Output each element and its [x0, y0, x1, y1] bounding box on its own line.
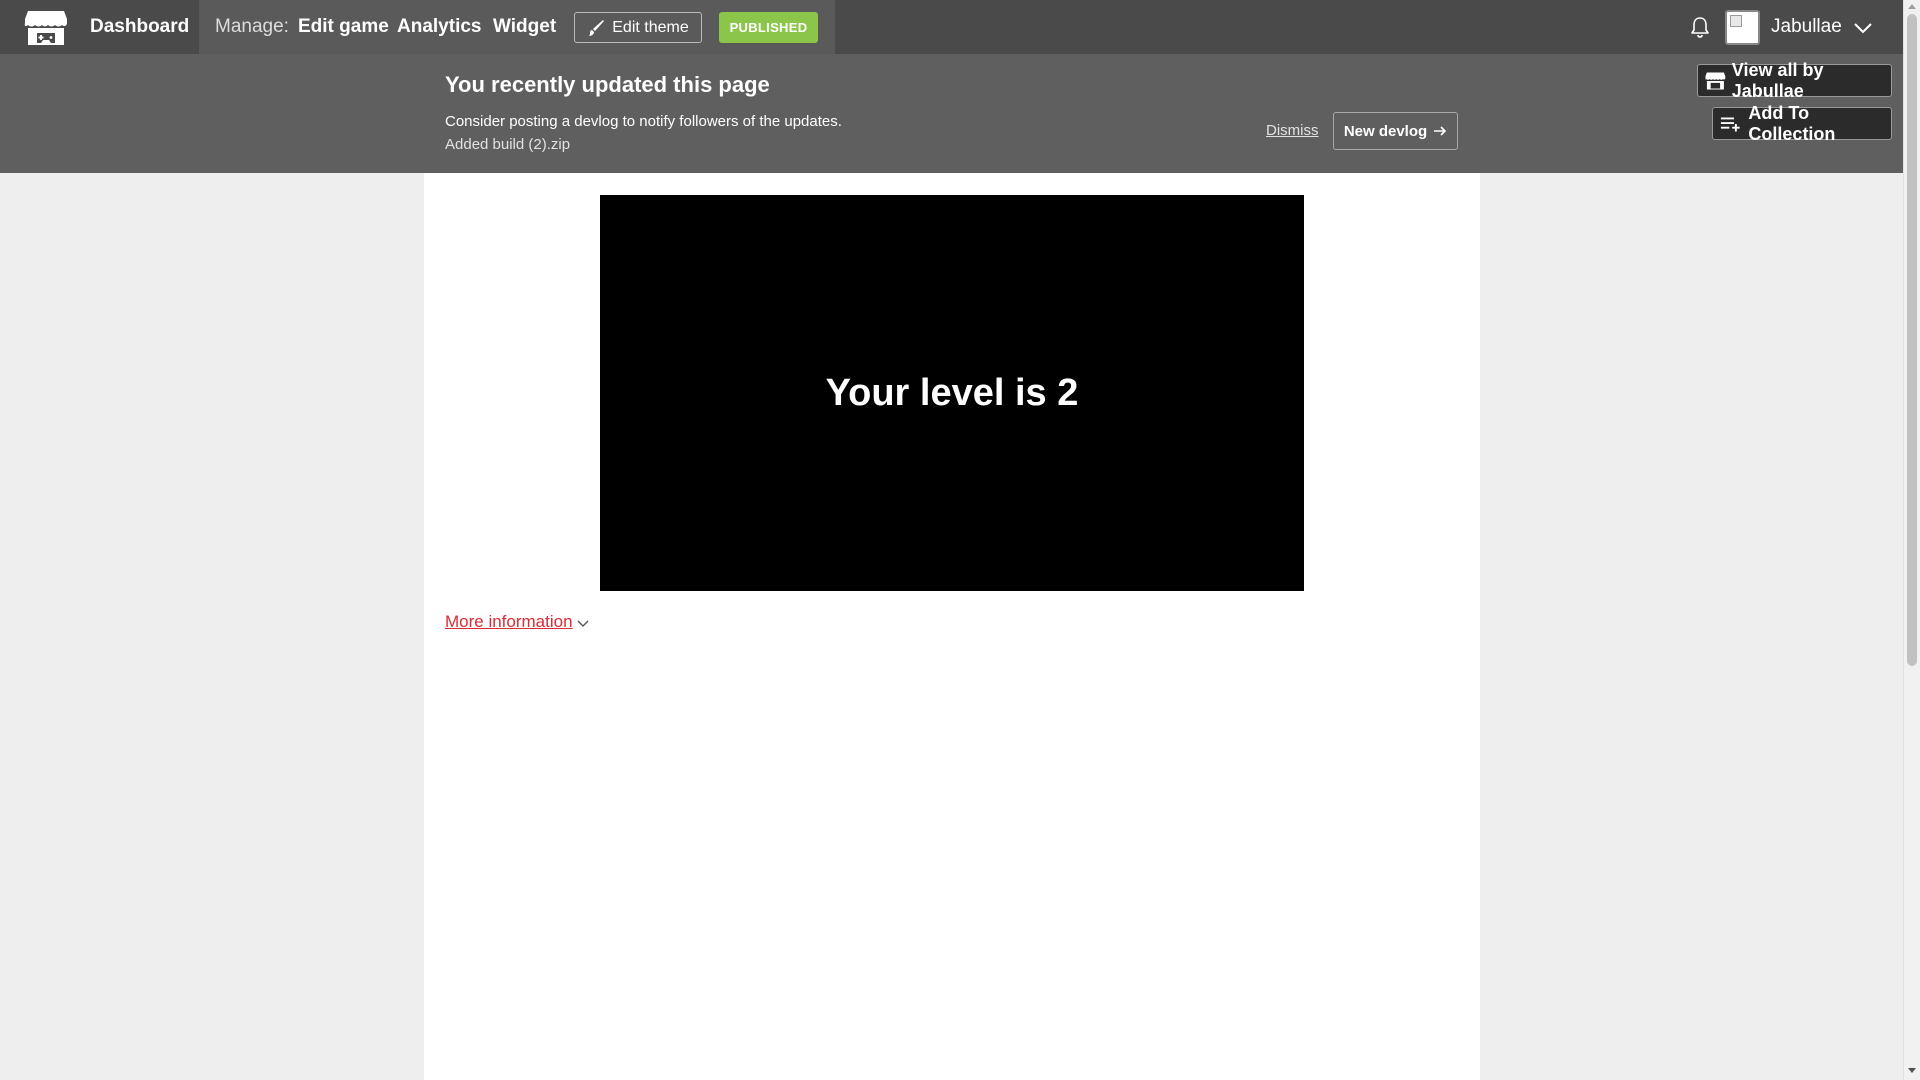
manage-bar: Manage: Edit game Analytics Widget Edit …	[199, 0, 835, 54]
arrow-right-icon	[1434, 126, 1447, 136]
avatar[interactable]	[1725, 10, 1760, 45]
brush-icon	[589, 19, 605, 36]
game-page: Your level is 2 More information	[424, 173, 1480, 1080]
itchio-logo-icon[interactable]	[24, 9, 68, 47]
new-devlog-button[interactable]: New devlog	[1333, 112, 1458, 150]
analytics-link[interactable]: Analytics	[397, 0, 481, 54]
edit-theme-button[interactable]: Edit theme	[574, 12, 702, 43]
edit-game-link[interactable]: Edit game	[298, 0, 389, 54]
dashboard-link[interactable]: Dashboard	[90, 0, 189, 54]
view-all-button[interactable]: View all by Jabullae	[1697, 60, 1892, 101]
notice-title: You recently updated this page	[445, 72, 770, 97]
notice-build-info: Added build (2).zip	[445, 136, 571, 153]
add-to-collection-label: Add To Collection	[1748, 102, 1836, 144]
new-devlog-label: New devlog	[1343, 122, 1428, 140]
playlist-add-icon	[1720, 116, 1740, 131]
manage-label: Manage:	[215, 16, 289, 37]
page-scrollbar[interactable]	[1903, 0, 1920, 1080]
dismiss-link[interactable]: Dismiss	[1266, 122, 1319, 139]
add-to-collection-button[interactable]: Add To Collection	[1712, 103, 1892, 144]
itchio-store-icon	[1705, 72, 1726, 89]
view-all-label: View all by Jabullae	[1731, 59, 1824, 101]
scroll-up-arrow[interactable]	[1908, 4, 1916, 9]
username[interactable]: Jabullae	[1771, 0, 1842, 54]
top-bar: Dashboard Manage: Edit game Analytics Wi…	[0, 0, 1903, 54]
chevron-down-icon[interactable]	[1852, 17, 1874, 39]
game-level-text: Your level is 2	[825, 371, 1079, 414]
widget-link[interactable]: Widget	[493, 0, 556, 54]
edit-theme-label: Edit theme	[612, 18, 689, 36]
published-badge[interactable]: PUBLISHED	[719, 12, 818, 43]
more-information-toggle[interactable]: More information	[445, 612, 589, 632]
chevron-down-icon	[577, 620, 589, 627]
bell-icon[interactable]	[1688, 15, 1712, 39]
notice-subtitle: Consider posting a devlog to notify foll…	[445, 113, 842, 130]
game-embed[interactable]: Your level is 2	[600, 195, 1304, 591]
broken-image-icon	[1730, 15, 1742, 27]
update-notice: You recently updated this page Consider …	[0, 54, 1903, 173]
scroll-down-arrow[interactable]	[1908, 1068, 1916, 1073]
scroll-thumb[interactable]	[1907, 14, 1917, 666]
more-information-label: More information	[445, 612, 573, 631]
